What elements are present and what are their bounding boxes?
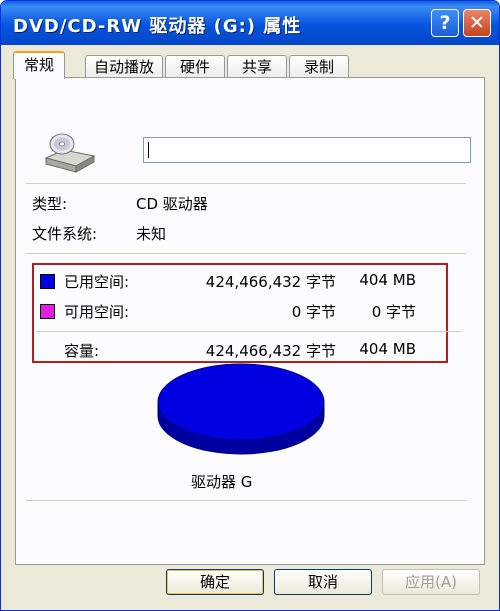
tab-hardware[interactable]: 硬件	[165, 55, 225, 79]
tab-sharing[interactable]: 共享	[227, 55, 287, 79]
tab-general-label: 常规	[23, 56, 54, 74]
tab-recording[interactable]: 录制	[289, 55, 349, 79]
ok-button[interactable]: 确定	[166, 569, 264, 595]
separator	[26, 183, 466, 184]
tab-autoplay-label: 自动播放	[93, 58, 154, 76]
text-caret	[148, 142, 149, 158]
used-space-label: 已用空间:	[64, 273, 130, 291]
properties-window: DVD/CD-RW 驱动器 (G:) 属性 ? ✕ 常规 自动播放 硬件 共享 …	[0, 0, 500, 611]
free-space-swatch	[40, 304, 55, 319]
free-space-label: 可用空间:	[64, 303, 130, 321]
window-body: 常规 自动播放 硬件 共享 录制 类型: CD 驱动器 文件系统: 未知 已用空…	[5, 45, 495, 608]
title-bar[interactable]: DVD/CD-RW 驱动器 (G:) 属性 ? ✕	[1, 1, 499, 45]
capacity-bytes: 424,466,432 字节	[205, 342, 336, 360]
close-icon: ✕	[469, 12, 485, 34]
used-space-size: 404 MB	[359, 271, 416, 289]
tab-recording-label: 录制	[303, 58, 334, 76]
used-space-bytes: 424,466,432 字节	[205, 273, 336, 291]
cd-drive-icon	[44, 133, 96, 173]
cancel-button[interactable]: 取消	[274, 569, 372, 595]
help-icon: ?	[439, 12, 451, 34]
filesystem-value: 未知	[136, 225, 167, 243]
pie-used-slice	[157, 363, 325, 441]
drive-name-input[interactable]	[143, 137, 471, 163]
tab-hardware-label: 硬件	[179, 58, 210, 76]
capacity-label: 容量:	[64, 342, 100, 360]
pie-caption: 驱动器 G	[191, 473, 253, 491]
general-panel: 类型: CD 驱动器 文件系统: 未知 已用空间: 424,466,432 字节…	[15, 77, 485, 565]
used-space-swatch	[40, 274, 55, 289]
tab-sharing-label: 共享	[241, 58, 272, 76]
separator	[26, 253, 466, 254]
separator	[26, 500, 466, 501]
tab-autoplay[interactable]: 自动播放	[85, 55, 163, 79]
separator	[36, 331, 461, 332]
free-space-bytes: 0 字节	[291, 303, 336, 321]
disk-usage-pie	[157, 363, 325, 455]
type-value: CD 驱动器	[136, 195, 208, 213]
tab-general[interactable]: 常规	[13, 51, 65, 79]
filesystem-label: 文件系统:	[32, 225, 98, 243]
window-title: DVD/CD-RW 驱动器 (G:) 属性	[13, 16, 302, 37]
type-label: 类型:	[32, 195, 68, 213]
close-button[interactable]: ✕	[463, 9, 491, 37]
apply-button[interactable]: 应用(A)	[382, 569, 480, 595]
capacity-size: 404 MB	[359, 340, 416, 358]
help-button[interactable]: ?	[431, 9, 459, 37]
free-space-size: 0 字节	[371, 303, 416, 321]
